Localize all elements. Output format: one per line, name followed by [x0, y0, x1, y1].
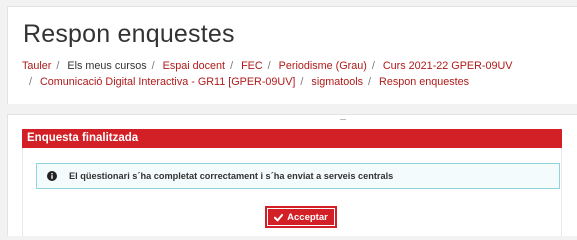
accept-button-label: Acceptar	[287, 211, 328, 223]
info-circle-icon	[47, 171, 57, 181]
breadcrumb: Tauler / Els meus cursos / Espai docent / F…	[22, 58, 572, 90]
breadcrumb-item-sigmatools[interactable]: sigmatools	[311, 76, 363, 88]
breadcrumb-separator: /	[230, 60, 234, 72]
breadcrumb-separator: /	[151, 60, 155, 72]
breadcrumb-item-course[interactable]: Comunicació Digital Interactiva - GR11 […	[40, 76, 295, 88]
breadcrumb-item-tauler[interactable]: Tauler	[22, 60, 51, 72]
breadcrumb-item-periodisme[interactable]: Periodisme (Grau)	[279, 60, 367, 72]
breadcrumb-item-curs[interactable]: Curs 2021-22 GPER-09UV	[383, 60, 513, 72]
breadcrumb-separator: /	[368, 76, 372, 88]
breadcrumb-item-fec[interactable]: FEC	[241, 60, 263, 72]
breadcrumb-item-els-meus-cursos: Els meus cursos	[67, 60, 147, 72]
breadcrumb-separator: /	[267, 60, 271, 72]
breadcrumb-separator: /	[56, 60, 60, 72]
check-icon	[274, 213, 284, 221]
breadcrumb-item-espai-docent[interactable]: Espai docent	[163, 60, 225, 72]
breadcrumb-separator: /	[371, 60, 375, 72]
breadcrumb-separator: /	[29, 76, 32, 88]
page-header: Respon enquestes Tauler / Els meus cursos…	[7, 6, 577, 104]
panel-body: El qüestionari s´ha completat correctame…	[22, 148, 562, 236]
page-title: Respon enquestes	[23, 20, 235, 48]
alert-message: El qüestionari s´ha completat correctame…	[69, 171, 394, 181]
main-content: Enquesta finalitzada El qüestionari s´ha…	[7, 114, 577, 236]
breadcrumb-item-respon-enquestes[interactable]: Respon enquestes	[379, 76, 469, 88]
breadcrumb-separator: /	[300, 76, 304, 88]
accept-button-face[interactable]: Acceptar	[268, 209, 334, 225]
info-alert: El qüestionari s´ha completat correctame…	[36, 163, 560, 189]
divider	[340, 119, 346, 120]
accept-button[interactable]: Acceptar	[265, 206, 337, 228]
panel-heading: Enquesta finalitzada	[22, 129, 562, 148]
